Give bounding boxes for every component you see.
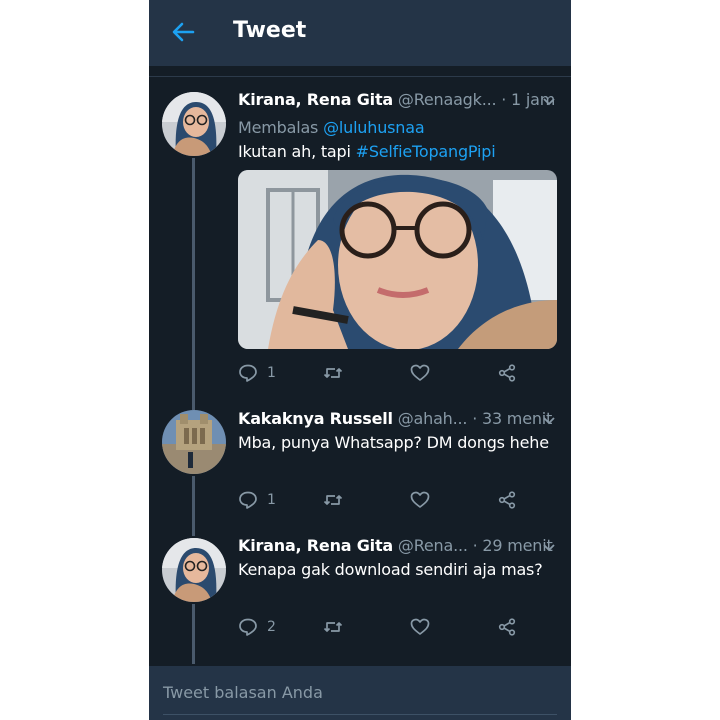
retweet-button[interactable] [323, 615, 343, 639]
tweet-actions: 1 [238, 361, 538, 385]
like-icon [410, 364, 430, 381]
author-name[interactable]: Kirana, Rena Gita [238, 90, 393, 109]
chevron-down-icon[interactable] [542, 539, 556, 553]
tweet-text: Ikutan ah, tapi #SelfieTopangPipi [238, 141, 496, 163]
timestamp: · 33 menit [472, 409, 553, 428]
replying-label: Membalas [238, 118, 324, 137]
share-button[interactable] [497, 615, 517, 639]
author-name[interactable]: Kirana, Rena Gita [238, 536, 393, 555]
replying-to: Membalas @luluhusnaa [238, 117, 425, 139]
timestamp: · 29 menit [472, 536, 553, 555]
reply-icon [239, 618, 257, 636]
reply-composer: Tweet balasan Anda [149, 666, 571, 720]
reply-input[interactable]: Tweet balasan Anda [163, 683, 323, 702]
tweet-meta: Kirana, Rena Gita @Renaagk... · 1 jam [238, 89, 559, 111]
tweet-meta: Kirana, Rena Gita @Rena... · 29 menit [238, 535, 559, 557]
avatar[interactable] [162, 92, 226, 156]
header-bar: Tweet [149, 0, 571, 66]
divider [149, 76, 571, 77]
reply-icon [239, 364, 257, 382]
share-button[interactable] [497, 488, 517, 512]
author-handle[interactable]: @ahah... [398, 409, 468, 428]
like-button[interactable] [410, 361, 430, 385]
page-title: Tweet [233, 18, 307, 43]
reply-button[interactable]: 2 [238, 615, 276, 639]
retweet-button[interactable] [323, 488, 343, 512]
tweet-photo[interactable] [238, 170, 557, 349]
like-button[interactable] [410, 615, 430, 639]
tweet-text: Kenapa gak download sendiri aja mas? [238, 560, 543, 579]
reply-button[interactable]: 1 [238, 361, 276, 385]
back-arrow-icon[interactable] [169, 18, 197, 46]
mention-link[interactable]: @luluhusnaa [323, 118, 425, 137]
retweet-button[interactable] [323, 361, 343, 385]
reply-count: 1 [267, 365, 276, 381]
share-icon [498, 491, 516, 509]
like-button[interactable] [410, 488, 430, 512]
tweet-actions: 1 [238, 488, 538, 512]
share-icon [498, 618, 516, 636]
avatar[interactable] [162, 410, 226, 474]
thread-line [192, 476, 195, 536]
author-handle[interactable]: @Rena... [398, 536, 468, 555]
retweet-icon [323, 368, 343, 378]
reply-count: 2 [267, 619, 276, 635]
thread-line [192, 604, 195, 664]
share-button[interactable] [497, 361, 517, 385]
tweet-actions: 2 [238, 615, 538, 639]
retweet-icon [323, 622, 343, 632]
tweet-text: Mba, punya Whatsapp? DM dongs hehe [238, 433, 549, 452]
tweet-detail-screen: Tweet Kirana, Rena Gita @Renaagk... · 1 … [149, 0, 571, 720]
chevron-down-icon[interactable] [542, 93, 556, 107]
reply-count: 1 [267, 492, 276, 508]
hashtag-link[interactable]: #SelfieTopangPipi [356, 142, 496, 161]
chevron-down-icon[interactable] [542, 412, 556, 426]
author-name[interactable]: Kakaknya Russell [238, 409, 393, 428]
retweet-icon [323, 495, 343, 505]
thread-line [192, 158, 195, 410]
avatar[interactable] [162, 538, 226, 602]
author-handle[interactable]: @Renaagk... [398, 90, 497, 109]
reply-icon [239, 491, 257, 509]
tweet-text-body: Ikutan ah, tapi [238, 142, 356, 161]
reply-button[interactable]: 1 [238, 488, 276, 512]
tweet-meta: Kakaknya Russell @ahah... · 33 menit [238, 408, 559, 430]
share-icon [498, 364, 516, 382]
like-icon [410, 491, 430, 508]
input-underline [163, 714, 557, 715]
like-icon [410, 618, 430, 635]
